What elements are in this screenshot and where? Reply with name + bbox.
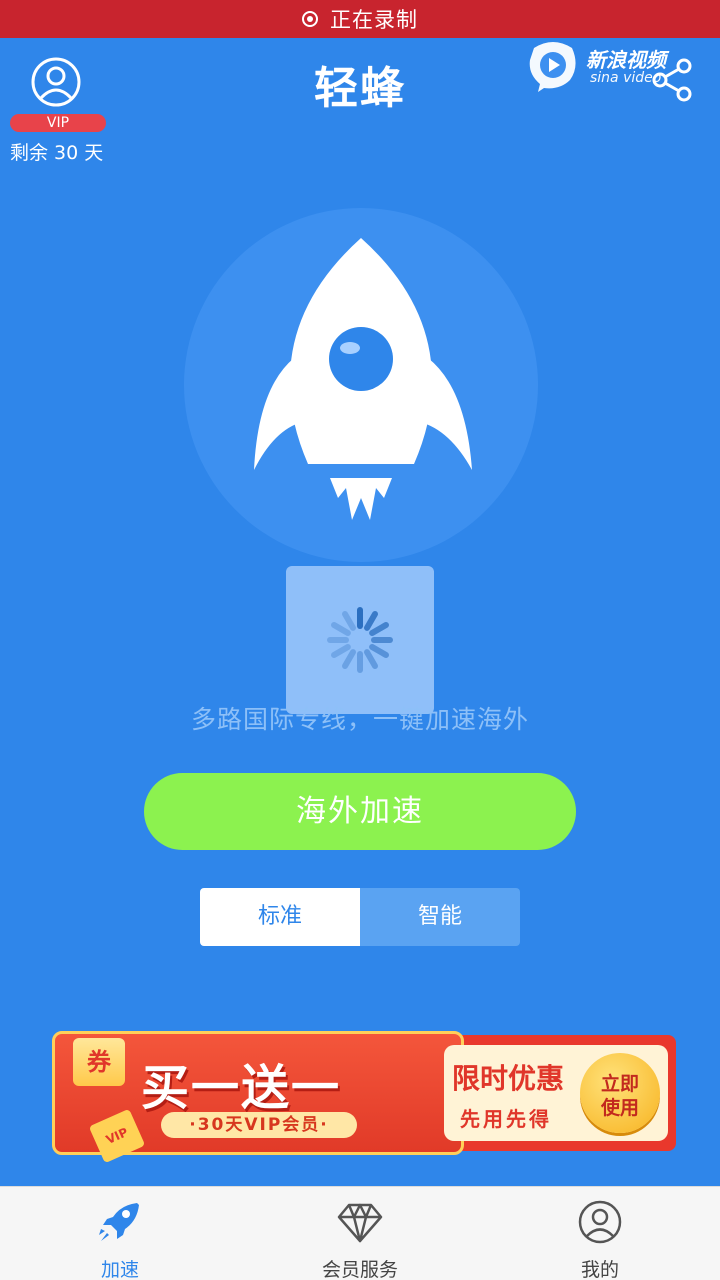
use-now-line1: 立即 (600, 1073, 639, 1095)
promo-card: 限时优惠 先用先得 立即 使用 (444, 1045, 668, 1141)
mode-selector: 标准 智能 (200, 888, 520, 946)
tab-accelerate[interactable]: 加速 (0, 1187, 240, 1280)
loading-spinner-icon (327, 607, 393, 673)
recording-text: 正在录制 (330, 8, 418, 32)
profile-icon (578, 1200, 622, 1244)
deal-headline: 买一送一 (141, 1060, 342, 1116)
tab-membership[interactable]: 会员服务 (240, 1187, 480, 1280)
promo-banner[interactable]: 券 买一送一 ·30天VIP会员· VIP 限时优惠 先用先得 立即 使用 (52, 1031, 676, 1164)
loading-overlay (286, 566, 434, 714)
use-now-button[interactable]: 立即 使用 (580, 1053, 660, 1133)
mode-standard-tab[interactable]: 标准 (200, 888, 360, 946)
slogan-text: 多路国际专线，一键加速海外 (190, 705, 529, 734)
rocket-icon (254, 238, 472, 520)
diamond-icon (337, 1203, 383, 1243)
vip-badge: VIP (10, 114, 106, 132)
tab-mine[interactable]: 我的 (480, 1187, 720, 1280)
rocket-illustration[interactable] (184, 208, 538, 562)
share-button[interactable] (648, 56, 696, 104)
use-now-line2: 使用 (600, 1097, 639, 1119)
rocket-tab-icon (99, 1203, 139, 1241)
share-icon (652, 58, 692, 102)
tab-accelerate-label: 加速 (100, 1259, 139, 1280)
coupon-tag: 券 (73, 1038, 125, 1086)
record-icon (302, 11, 318, 27)
vip-remaining-days: 剩余 30 天 (10, 142, 104, 164)
deal-subline: ·30天VIP会员· (161, 1112, 357, 1138)
vip-ribbon: VIP (88, 1108, 146, 1164)
tab-mine-label: 我的 (580, 1259, 619, 1280)
overseas-accelerate-button[interactable]: 海外加速 (144, 773, 576, 850)
promo-title: 限时优惠 (452, 1062, 565, 1095)
banner-left-panel: 券 买一送一 ·30天VIP会员· VIP (52, 1031, 464, 1164)
tab-membership-label: 会员服务 (321, 1259, 398, 1280)
sina-video-logo-icon (529, 42, 576, 92)
promo-subtitle: 先用先得 (460, 1107, 552, 1131)
recording-bar: 正在录制 (0, 0, 720, 38)
mode-smart-tab[interactable]: 智能 (360, 888, 520, 946)
bottom-tab-bar: 加速 会员服务 我的 (0, 1186, 720, 1280)
main-screen: VIP 剩余 30 天 轻蜂 新浪视频 sina video 多路国际专线，一键… (0, 38, 720, 1186)
